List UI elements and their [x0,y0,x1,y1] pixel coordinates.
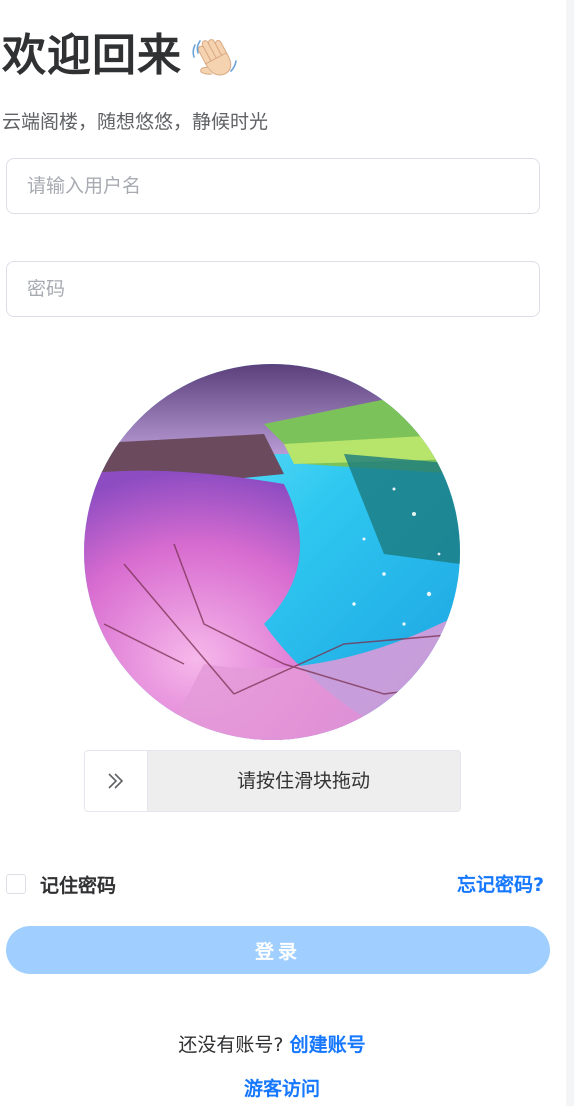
scrollbar-track[interactable] [566,0,574,1106]
title-text: 欢迎回来 [2,30,182,81]
remember-password-label: 记住密码 [40,874,117,897]
slider-captcha[interactable]: 请按住滑块拖动 [84,750,461,812]
waving-hand-icon [192,39,237,76]
guest-access-link[interactable]: 游客访问 [0,1074,564,1101]
password-input[interactable] [6,261,540,317]
captcha-image [84,364,460,740]
page-title: 欢迎回来 [2,26,240,86]
create-account-link[interactable]: 创建账号 [290,1034,366,1056]
slider-hint: 请按住滑块拖动 [236,770,370,792]
username-input[interactable] [6,158,540,214]
double-chevron-right-icon [108,773,124,789]
no-account-text: 还没有账号? [178,1034,284,1056]
page-subtitle: 云端阁楼，随想悠悠，静候时光 [2,111,269,133]
login-button[interactable]: 登录 [6,926,550,974]
slider-handle[interactable] [85,751,148,811]
remember-password-checkbox[interactable]: 记住密码 [6,871,116,897]
cherry-blossom-river-picture [84,364,460,740]
checkbox-box[interactable] [6,874,26,894]
register-prompt: 还没有账号? 创建账号 [0,1030,544,1057]
login-page: 欢迎回来 云端阁楼，随想悠悠，静候时光 请输入用户名 请按住滑块拖动 记住密码 … [0,0,574,1106]
forgot-password-link[interactable]: 忘记密码? [457,870,544,897]
